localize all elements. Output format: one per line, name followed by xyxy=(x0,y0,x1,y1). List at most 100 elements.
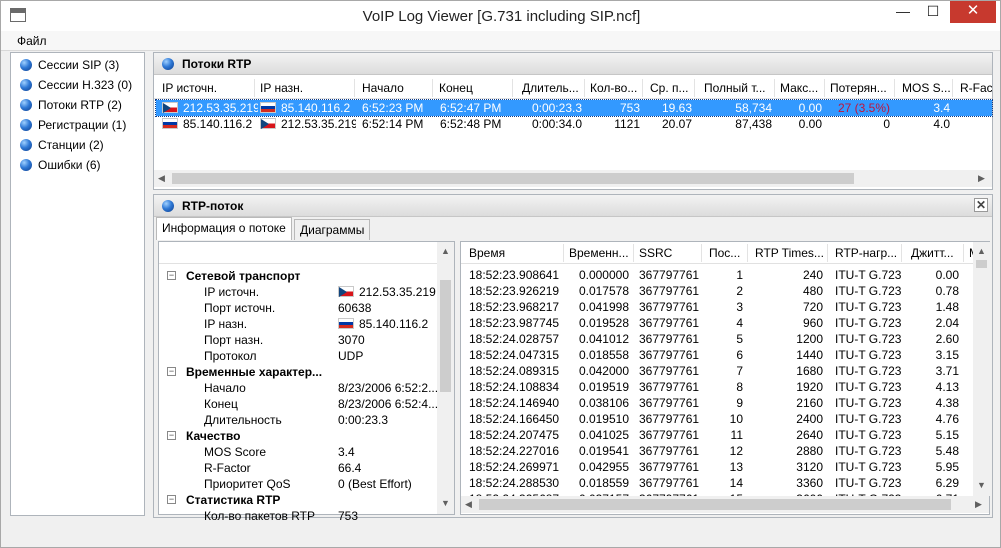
column-header-lost[interactable]: Потерян... xyxy=(830,81,894,95)
close-panel-icon[interactable]: ✕ xyxy=(974,198,988,212)
packets-horizontal-scrollbar[interactable]: ◀ ▶ xyxy=(461,496,989,513)
table-row[interactable]: 18:52:24.028757 0.041012 367797761 5 1200 ITU… xyxy=(461,331,973,347)
scroll-down-icon[interactable]: ▼ xyxy=(977,480,986,490)
scroll-left-icon[interactable]: ◀ xyxy=(465,499,472,510)
column-header-rtp-timestamp[interactable]: RTP Times... xyxy=(755,246,827,260)
collapse-icon[interactable]: − xyxy=(167,431,176,440)
packets-vertical-scrollbar[interactable]: ▲ ▼ xyxy=(973,242,990,496)
column-header-dst-ip[interactable]: IP назн. xyxy=(260,81,356,95)
tab-stream-info[interactable]: Информация о потоке xyxy=(156,217,292,240)
tree-property[interactable]: Длительность 0:00:23.3 xyxy=(159,412,435,428)
tree-property[interactable]: Приоритет QoS 0 (Best Effort) xyxy=(159,476,435,492)
column-header-start[interactable]: Начало xyxy=(362,81,434,95)
table-row[interactable]: 18:52:23.968217 0.041998 367797761 3 720 ITU-… xyxy=(461,299,973,315)
collapse-icon[interactable]: − xyxy=(167,367,176,376)
packets-grid: Время Временн... SSRC Пос... RTP Times..… xyxy=(460,241,990,515)
scrollbar-thumb[interactable] xyxy=(440,280,451,392)
column-header-total[interactable]: Полный т... xyxy=(704,81,774,95)
sidebar-item-h323-sessions[interactable]: Сессии H.323 (0) xyxy=(16,75,144,95)
cell-avg: 20.07 xyxy=(661,117,692,131)
tree-property[interactable]: Порт назн. 3070 xyxy=(159,332,435,348)
table-row[interactable]: 85.140.116.2 212.53.35.219 6:52:14 PM 6:… xyxy=(156,116,992,132)
tree-property[interactable]: IP назн. 85.140.116.2 xyxy=(159,316,435,332)
column-header-src-ip[interactable]: IP источн. xyxy=(162,81,252,95)
table-row[interactable]: 18:52:24.089315 0.042000 367797761 7 1680 ITU… xyxy=(461,363,973,379)
scroll-up-icon[interactable]: ▲ xyxy=(441,246,450,256)
column-header-avg[interactable]: Ср. п... xyxy=(650,81,694,95)
tree-property[interactable]: Кол-во пакетов RTP 753 xyxy=(159,508,435,524)
tree-group[interactable]: − Статистика RTP xyxy=(159,492,435,508)
cell-end: 6:52:48 PM xyxy=(440,117,502,131)
column-header-count[interactable]: Кол-во... xyxy=(590,81,642,95)
tab-bar: Информация о потоке Диаграммы xyxy=(156,217,986,241)
column-header-delta[interactable]: Временн... xyxy=(569,246,633,260)
sidebar-item-sip-sessions[interactable]: Сессии SIP (3) xyxy=(16,55,144,75)
tree-vertical-scrollbar[interactable]: ▲ ▼ xyxy=(437,242,454,514)
column-header-time[interactable]: Время xyxy=(469,246,563,260)
table-row[interactable]: 18:52:24.108834 0.019519 367797761 8 1920 ITU… xyxy=(461,379,973,395)
table-row[interactable]: 18:52:23.908641 0.000000 367797761 1 240 ITU-… xyxy=(461,267,973,283)
tree-property[interactable]: R-Factor 66.4 xyxy=(159,460,435,476)
scrollbar-thumb[interactable] xyxy=(172,173,854,184)
tree-property[interactable]: MOS Score 3.4 xyxy=(159,444,435,460)
cell-jitter: 0.78 xyxy=(935,284,959,298)
tree-group[interactable]: − Качество xyxy=(159,428,435,444)
table-row[interactable]: 18:52:24.288530 0.018559 367797761 14 3360 IT… xyxy=(461,475,973,491)
table-row[interactable]: 18:52:23.926219 0.017578 367797761 2 480 ITU-… xyxy=(461,283,973,299)
cell-payload: ITU-T G.723 xyxy=(835,380,901,394)
tree-group[interactable]: − Сетевой транспорт xyxy=(159,268,435,284)
tree-label: Конец xyxy=(204,397,238,411)
scrollbar-thumb[interactable] xyxy=(479,499,951,510)
tree-group[interactable]: − Временные характер... xyxy=(159,364,435,380)
sidebar-item-stations[interactable]: Станции (2) xyxy=(16,135,144,155)
tree-property[interactable]: Конец 8/23/2006 6:52:4... xyxy=(159,396,438,412)
streams-horizontal-scrollbar[interactable]: ◀ ▶ xyxy=(154,170,992,187)
cell-count: 1121 xyxy=(614,117,640,131)
russian-flag-icon xyxy=(338,318,354,329)
table-row[interactable]: 18:52:24.227016 0.019541 367797761 12 2880 IT… xyxy=(461,443,973,459)
column-header-payload[interactable]: RTP-нагр... xyxy=(835,246,901,260)
sidebar-item-errors[interactable]: Ошибки (6) xyxy=(16,155,144,175)
column-header-duration[interactable]: Длитель... xyxy=(522,81,584,95)
collapse-icon[interactable]: − xyxy=(167,271,176,280)
column-header-jitter[interactable]: Джитт... xyxy=(911,246,963,260)
close-button[interactable]: ✕ xyxy=(950,1,996,23)
table-row[interactable]: 18:52:23.987745 0.019528 367797761 4 960 ITU-… xyxy=(461,315,973,331)
sidebar-item-registrations[interactable]: Регистрации (1) xyxy=(16,115,144,135)
scroll-right-icon[interactable]: ▶ xyxy=(975,499,982,510)
column-header-ssrc[interactable]: SSRC xyxy=(639,246,703,260)
table-row[interactable]: 18:52:24.269971 0.042955 367797761 13 3120 IT… xyxy=(461,459,973,475)
table-row[interactable]: 212.53.35.219 85.140.116.2 6:52:23 PM 6:… xyxy=(155,99,993,117)
tab-charts[interactable]: Диаграммы xyxy=(294,219,371,240)
column-header-max[interactable]: Макс... xyxy=(780,81,824,95)
menu-file[interactable]: Файл xyxy=(17,34,47,48)
scroll-down-icon[interactable]: ▼ xyxy=(441,498,450,508)
cell-max: 0.00 xyxy=(798,101,822,115)
table-row[interactable]: 18:52:24.047315 0.018558 367797761 6 1440 ITU… xyxy=(461,347,973,363)
column-header-mos[interactable]: MOS S... xyxy=(902,81,952,95)
column-header-end[interactable]: Конец xyxy=(439,81,511,95)
scroll-right-icon[interactable]: ▶ xyxy=(978,173,985,184)
scrollbar-thumb[interactable] xyxy=(976,260,987,268)
table-row[interactable]: 18:52:24.146940 0.038106 367797761 9 2160 ITU… xyxy=(461,395,973,411)
column-header-rfactor[interactable]: R-Fac xyxy=(960,81,992,95)
tree-label: Кол-во пакетов RTP xyxy=(204,509,316,523)
sphere-icon xyxy=(20,59,32,71)
sidebar-item-rtp-streams[interactable]: Потоки RTP (2) xyxy=(16,95,144,115)
scroll-left-icon[interactable]: ◀ xyxy=(158,173,165,184)
tree-value: 85.140.116.2 xyxy=(338,317,438,331)
cell-lost: 0 xyxy=(883,117,890,131)
minimize-button[interactable]: — xyxy=(889,1,917,23)
tree-property[interactable]: Порт источн. 60638 xyxy=(159,300,435,316)
tree-property[interactable]: Начало 8/23/2006 6:52:2... xyxy=(159,380,438,396)
scroll-up-icon[interactable]: ▲ xyxy=(977,246,986,256)
cell-rtp-timestamp: 1920 xyxy=(796,380,823,394)
column-header-seq[interactable]: Пос... xyxy=(709,246,747,260)
sidebar-item-label: Станции (2) xyxy=(38,138,104,152)
table-row[interactable]: 18:52:24.166450 0.019510 367797761 10 2400 IT… xyxy=(461,411,973,427)
tree-property[interactable]: IP источн. 212.53.35.219 xyxy=(159,284,436,300)
table-row[interactable]: 18:52:24.207475 0.041025 367797761 11 2640 IT… xyxy=(461,427,973,443)
collapse-icon[interactable]: − xyxy=(167,495,176,504)
maximize-button[interactable]: ☐ xyxy=(919,1,947,23)
tree-property[interactable]: Протокол UDP xyxy=(159,348,435,364)
